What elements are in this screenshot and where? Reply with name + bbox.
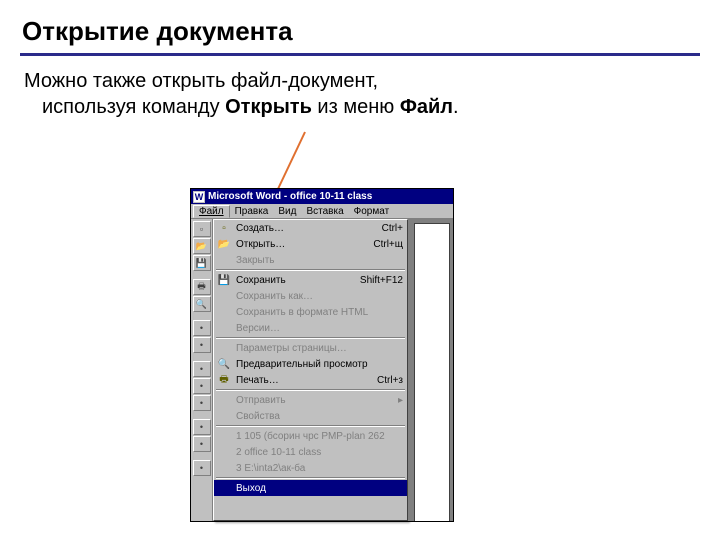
blank-icon	[216, 321, 232, 335]
menu-item-properties[interactable]: Свойства	[214, 408, 407, 424]
menu-item-recent3[interactable]: 3 Е:\inta2\ак-ба	[214, 460, 407, 476]
tool-generic-icon[interactable]: •	[193, 320, 211, 336]
menu-separator	[216, 269, 405, 271]
body-line2e: .	[453, 96, 459, 118]
new-doc-icon: ▫	[216, 221, 232, 235]
body-menu-file: Файл	[400, 96, 453, 118]
menu-item-savehtml[interactable]: Сохранить в формате HTML	[214, 304, 407, 320]
body-line2c: из меню	[312, 96, 400, 118]
blank-icon	[216, 461, 232, 475]
menu-item-pagesetup[interactable]: Параметры страницы…	[214, 340, 407, 356]
menu-item-preview[interactable]: 🔍 Предварительный просмотр	[214, 356, 407, 372]
file-menu-dropdown: ▫ Создать… Ctrl+ 📂 Открыть… Ctrl+щ Закры…	[213, 219, 408, 521]
menu-view[interactable]: Вид	[273, 206, 301, 217]
document-area	[408, 219, 453, 521]
body-cmd-open: Открыть	[225, 96, 312, 118]
menu-separator	[216, 337, 405, 339]
body-line2a: используя команду	[42, 96, 225, 118]
menu-item-recent2[interactable]: 2 office 10-11 class	[214, 444, 407, 460]
menu-item-open[interactable]: 📂 Открыть… Ctrl+щ	[214, 236, 407, 252]
blank-icon	[216, 305, 232, 319]
menu-item-create[interactable]: ▫ Создать… Ctrl+	[214, 220, 407, 236]
left-toolbar: ▫ 📂 💾 🖶 🔍 • • • • • • • •	[191, 219, 213, 521]
blank-icon	[216, 289, 232, 303]
word-window: W Microsoft Word - office 10-11 class Фа…	[190, 188, 454, 522]
blank-icon	[216, 445, 232, 459]
tool-new-icon[interactable]: ▫	[193, 221, 211, 237]
menu-insert[interactable]: Вставка	[301, 206, 348, 217]
menubar: Файл Правка Вид Вставка Формат	[191, 204, 453, 219]
tool-generic-icon[interactable]: •	[193, 378, 211, 394]
window-caption: Microsoft Word - office 10-11 class	[208, 191, 451, 202]
blank-icon	[216, 253, 232, 267]
tool-print-icon[interactable]: 🖶	[193, 279, 211, 295]
tool-generic-icon[interactable]: •	[193, 395, 211, 411]
slide-title: Открытие документа	[22, 16, 698, 47]
tool-generic-icon[interactable]: •	[193, 436, 211, 452]
menu-item-close[interactable]: Закрыть	[214, 252, 407, 268]
blank-icon	[216, 341, 232, 355]
menu-item-recent1[interactable]: 1 105 (бсорин чрс РМР-plan 262	[214, 428, 407, 444]
magnifier-icon: 🔍	[216, 357, 232, 371]
folder-open-icon: 📂	[216, 237, 232, 251]
menu-separator	[216, 477, 405, 479]
body-line1: Можно также открыть файл-документ,	[24, 70, 378, 92]
title-underline	[20, 53, 700, 56]
app-icon: W	[193, 191, 205, 203]
menu-item-print[interactable]: 🖶 Печать… Ctrl+з	[214, 372, 407, 388]
menu-item-versions[interactable]: Версии…	[214, 320, 407, 336]
document-page	[414, 223, 450, 521]
menu-separator	[216, 425, 405, 427]
titlebar[interactable]: W Microsoft Word - office 10-11 class	[191, 189, 453, 204]
menu-separator	[216, 389, 405, 391]
blank-icon	[216, 409, 232, 423]
tool-generic-icon[interactable]: •	[193, 460, 211, 476]
menu-format[interactable]: Формат	[349, 206, 395, 217]
tool-generic-icon[interactable]: •	[193, 419, 211, 435]
tool-save-icon[interactable]: 💾	[193, 255, 211, 271]
submenu-arrow-icon: ▸	[398, 395, 403, 406]
body-text: Можно также открыть файл-документ, испол…	[24, 68, 700, 120]
menu-item-exit[interactable]: Выход	[214, 480, 407, 496]
blank-icon	[216, 429, 232, 443]
floppy-icon: 💾	[216, 273, 232, 287]
printer-icon: 🖶	[216, 373, 232, 387]
tool-preview-icon[interactable]: 🔍	[193, 296, 211, 312]
tool-generic-icon[interactable]: •	[193, 361, 211, 377]
blank-icon	[216, 393, 232, 407]
menu-file[interactable]: Файл	[193, 205, 230, 218]
menu-edit[interactable]: Правка	[230, 206, 274, 217]
menu-item-saveas[interactable]: Сохранить как…	[214, 288, 407, 304]
tool-open-icon[interactable]: 📂	[193, 238, 211, 254]
menu-item-send[interactable]: Отправить ▸	[214, 392, 407, 408]
tool-generic-icon[interactable]: •	[193, 337, 211, 353]
menu-item-save[interactable]: 💾 Сохранить Shift+F12	[214, 272, 407, 288]
blank-icon	[216, 481, 232, 495]
